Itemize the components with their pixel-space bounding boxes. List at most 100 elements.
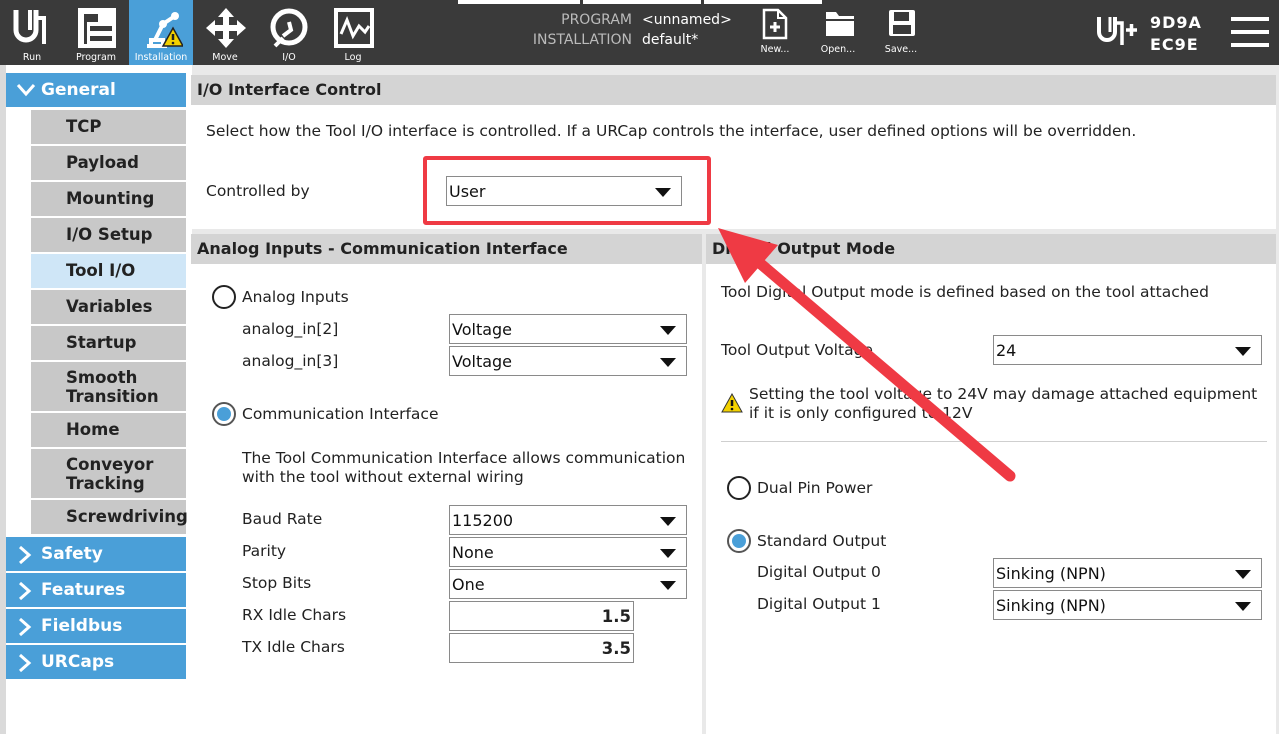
baud-rate-label: Baud Rate — [242, 510, 323, 528]
move-icon — [206, 8, 246, 48]
nav-run-label: Run — [22, 52, 42, 63]
program-value: <unnamed> — [642, 12, 732, 28]
log-icon — [334, 8, 374, 48]
dropdown-arrow-icon — [1235, 570, 1251, 579]
digital-output-1-value: Sinking (NPN) — [996, 596, 1106, 615]
installation-value: default* — [642, 32, 699, 48]
sidebar-item-screwdriving[interactable]: Screwdriving — [31, 500, 188, 534]
digital-output-mode-panel: Digital Output Mode Tool Digital Output … — [706, 234, 1276, 734]
sidebar-section-label: URCaps — [41, 652, 115, 672]
sidebar-item-label: Variables — [66, 297, 153, 316]
stop-bits-label: Stop Bits — [242, 574, 312, 592]
tx-idle-chars-input[interactable]: 3.5 — [449, 633, 634, 663]
sidebar-item-label: TCP — [66, 117, 102, 136]
sidebar-section-general[interactable]: General — [6, 73, 186, 107]
sidebar-item-tcp[interactable]: TCP — [31, 110, 186, 144]
sidebar-section-safety[interactable]: Safety — [6, 537, 186, 571]
digital-output-title: Digital Output Mode — [706, 234, 1276, 264]
rx-idle-chars-value: 1.5 — [601, 607, 631, 626]
hamburger-menu-icon[interactable] — [1231, 16, 1269, 48]
installation-key: INSTALLATION — [532, 32, 632, 48]
sidebar-item-conveyor-tracking[interactable]: Conveyor Tracking — [31, 449, 186, 498]
serial-line-1: 9D9A — [1150, 13, 1202, 32]
open-label: Open... — [820, 44, 856, 55]
io-interface-description: Select how the Tool I/O interface is con… — [206, 122, 1137, 140]
program-icon — [78, 8, 116, 48]
dual-pin-power-label: Dual Pin Power — [757, 479, 873, 497]
controlled-by-label: Controlled by — [206, 182, 310, 200]
divider — [721, 441, 1267, 442]
standard-output-radio[interactable] — [727, 529, 751, 553]
baud-rate-value: 115200 — [452, 511, 514, 530]
robot-serial: 9D9A EC9E — [1150, 12, 1202, 56]
tool-output-voltage-dropdown[interactable]: 24 — [993, 335, 1262, 365]
sidebar-item-label: Startup — [66, 333, 137, 352]
analog-in3-dropdown[interactable]: Voltage — [449, 346, 687, 376]
stop-bits-dropdown[interactable]: One — [449, 569, 687, 599]
voltage-warning-line2: if it is only configured to 12V — [749, 404, 973, 422]
analog-inputs-radio[interactable] — [212, 285, 236, 309]
sidebar-section-fieldbus[interactable]: Fieldbus — [6, 609, 186, 643]
dual-pin-power-radio[interactable] — [727, 476, 751, 500]
sidebar-item-tool-io[interactable]: Tool I/O — [31, 254, 186, 288]
nav-installation-button[interactable]: Installation — [129, 0, 193, 65]
analog-in3-value: Voltage — [452, 352, 513, 371]
nav-log-button[interactable]: Log — [321, 0, 385, 65]
analog-communication-panel: Analog Inputs - Communication Interface … — [191, 234, 702, 734]
sidebar-item-mounting[interactable]: Mounting — [31, 182, 186, 216]
analog-in2-dropdown[interactable]: Voltage — [449, 314, 687, 344]
sidebar-item-payload[interactable]: Payload — [31, 146, 186, 180]
sidebar-item-io-setup[interactable]: I/O Setup — [31, 218, 186, 252]
digital-output-1-label: Digital Output 1 — [757, 595, 881, 613]
nav-move-label: Move — [212, 52, 238, 63]
nav-log-label: Log — [344, 52, 362, 63]
new-label: New... — [760, 44, 790, 55]
dropdown-arrow-icon — [660, 581, 676, 590]
comm-description-line2: with the tool without external wiring — [242, 468, 524, 486]
sidebar-item-smooth-transition[interactable]: Smooth Transition — [31, 362, 186, 411]
parity-dropdown[interactable]: None — [449, 537, 687, 567]
save-button[interactable]: Save... — [871, 0, 931, 65]
io-interface-control-panel: I/O Interface Control Select how the Too… — [191, 75, 1276, 229]
sidebar-item-label: Home — [66, 420, 120, 439]
sidebar-item-label: Tool I/O — [66, 261, 136, 280]
comm-description-line1: The Tool Communication Interface allows … — [242, 449, 686, 467]
nav-io-button[interactable]: I/O — [257, 0, 321, 65]
analog-panel-title: Analog Inputs - Communication Interface — [191, 234, 702, 264]
dropdown-arrow-icon — [660, 549, 676, 558]
nav-program-button[interactable]: Program — [64, 0, 128, 65]
communication-interface-radio[interactable] — [212, 402, 236, 426]
nav-move-button[interactable]: Move — [193, 0, 257, 65]
sidebar-section-features[interactable]: Features — [6, 573, 186, 607]
sidebar-item-label: Screwdriving — [66, 507, 188, 526]
sidebar-section-label: Features — [41, 580, 126, 600]
nav-io-label: I/O — [282, 52, 296, 63]
io-interface-control-title: I/O Interface Control — [191, 75, 1276, 105]
digital-output-1-dropdown[interactable]: Sinking (NPN) — [993, 590, 1262, 620]
sidebar-item-label: Smooth Transition — [66, 368, 159, 406]
new-button[interactable]: New... — [745, 0, 805, 65]
urplus-logo-icon[interactable] — [1095, 14, 1139, 48]
new-file-icon — [762, 8, 788, 40]
sidebar-section-urcaps[interactable]: URCaps — [6, 645, 186, 679]
nav-run-button[interactable]: Run — [0, 0, 64, 65]
ur-logo-icon — [13, 10, 46, 44]
sidebar-section-label: Safety — [41, 544, 103, 564]
sidebar-item-home[interactable]: Home — [31, 413, 186, 447]
rx-idle-chars-input[interactable]: 1.5 — [449, 601, 634, 631]
warning-icon — [721, 393, 743, 413]
sidebar-item-label: Payload — [66, 153, 139, 172]
sidebar-item-startup[interactable]: Startup — [31, 326, 186, 360]
tool-output-voltage-label: Tool Output Voltage — [721, 341, 873, 359]
rx-idle-chars-label: RX Idle Chars — [242, 606, 347, 624]
baud-rate-dropdown[interactable]: 115200 — [449, 505, 687, 535]
open-button[interactable]: Open... — [808, 0, 868, 65]
sidebar-item-variables[interactable]: Variables — [31, 290, 186, 324]
installation-icon — [147, 12, 183, 48]
dropdown-arrow-icon — [660, 517, 676, 526]
analog-in3-label: analog_in[3] — [242, 352, 339, 370]
voltage-warning-line1: Setting the tool voltage to 24V may dama… — [749, 385, 1258, 403]
digital-output-0-dropdown[interactable]: Sinking (NPN) — [993, 558, 1262, 588]
tx-idle-chars-label: TX Idle Chars — [242, 638, 345, 656]
digital-output-0-label: Digital Output 0 — [757, 563, 881, 581]
